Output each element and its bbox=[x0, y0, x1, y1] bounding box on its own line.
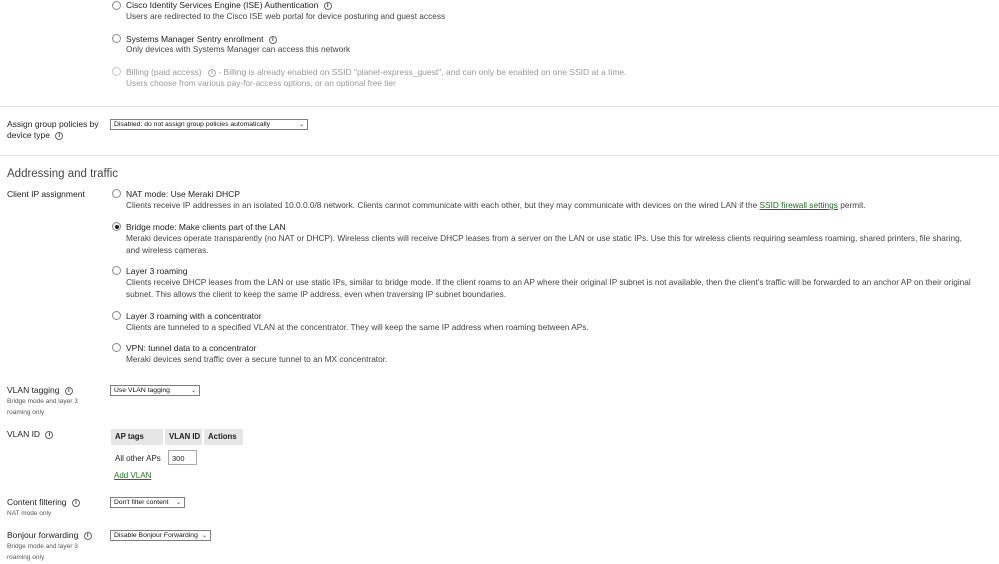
add-vlan-link[interactable]: Add VLAN bbox=[114, 471, 151, 480]
client-ip-label: Client IP assignment bbox=[7, 189, 85, 199]
content-filtering-label: Content filtering i bbox=[7, 497, 80, 507]
vlan-table-header-vlan-id: VLAN ID bbox=[165, 429, 202, 445]
ise-auth-title: Cisco Identity Services Engine (ISE) Aut… bbox=[126, 0, 319, 10]
ise-auth-option: Cisco Identity Services Engine (ISE) Aut… bbox=[126, 0, 332, 10]
bonjour-selected: Disable Bonjour Forwarding bbox=[114, 532, 198, 539]
info-icon[interactable]: i bbox=[71, 499, 80, 507]
info-icon[interactable]: i bbox=[45, 431, 54, 439]
vlan-id-label-text: VLAN ID bbox=[7, 429, 41, 439]
vlan-id-label: VLAN ID i bbox=[7, 429, 54, 439]
nat-mode-desc: Clients receive IP addresses in an isola… bbox=[126, 200, 866, 212]
bonjour-label: Bonjour forwarding i bbox=[7, 530, 92, 540]
vlan-table-header-actions: Actions bbox=[204, 429, 243, 445]
group-policy-select[interactable]: Disabled: do not assign group policies a… bbox=[110, 119, 308, 130]
vlan-tagging-selected: Use VLAN tagging bbox=[114, 387, 170, 394]
vlan-tagging-label-text: VLAN tagging bbox=[7, 385, 60, 395]
bonjour-label-text: Bonjour forwarding bbox=[7, 530, 79, 540]
sm-sentry-desc: Only devices with Systems Manager can ac… bbox=[126, 44, 351, 54]
content-filtering-select[interactable]: Don't filter content ⌄ bbox=[110, 497, 185, 508]
nat-mode-desc-post: permit. bbox=[837, 200, 866, 210]
billing-option: Billing (paid access) i - Billing is alr… bbox=[126, 67, 627, 77]
group-policy-label-line2: device type bbox=[7, 130, 50, 140]
content-filtering-sub: NAT mode only bbox=[7, 510, 52, 517]
nat-mode-title: NAT mode: Use Meraki DHCP bbox=[126, 189, 240, 199]
chevron-down-icon: ⌄ bbox=[298, 121, 304, 128]
chevron-down-icon: ⌄ bbox=[190, 387, 196, 394]
billing-note: - Billing is already enabled on SSID "pl… bbox=[218, 67, 627, 77]
vlan-tagging-sub-line1: Bridge mode and layer 3 bbox=[7, 398, 78, 405]
info-icon[interactable]: i bbox=[55, 132, 64, 140]
billing-desc: Users choose from various pay-for-access… bbox=[126, 78, 396, 88]
radio-bridge-mode[interactable] bbox=[112, 222, 121, 231]
vlan-table-header-ap-tags: AP tags bbox=[111, 429, 163, 445]
chevron-down-icon: ⌄ bbox=[201, 532, 207, 539]
vpn-concentrator-desc: Meraki devices send traffic over a secur… bbox=[126, 354, 388, 364]
content-filtering-selected: Don't filter content bbox=[114, 499, 169, 506]
radio-nat-mode[interactable] bbox=[112, 189, 121, 198]
group-policy-selected: Disabled: do not assign group policies a… bbox=[114, 121, 271, 128]
layer3-roaming-desc: Clients receive DHCP leases from the LAN… bbox=[126, 277, 971, 299]
radio-layer3-roaming[interactable] bbox=[112, 266, 121, 275]
radio-ise-auth[interactable] bbox=[112, 1, 121, 10]
sm-sentry-title: Systems Manager Sentry enrollment bbox=[126, 34, 264, 44]
nat-mode-desc-pre: Clients receive IP addresses in an isola… bbox=[126, 200, 760, 210]
info-icon[interactable]: i bbox=[323, 2, 332, 10]
divider bbox=[0, 106, 999, 107]
radio-vpn-concentrator[interactable] bbox=[112, 343, 121, 352]
vlan-row-label: All other APs bbox=[115, 454, 161, 463]
vlan-tagging-select[interactable]: Use VLAN tagging ⌄ bbox=[110, 385, 200, 396]
billing-title: Billing (paid access) bbox=[126, 67, 202, 77]
divider bbox=[0, 155, 999, 156]
bridge-mode-title: Bridge mode: Make clients part of the LA… bbox=[126, 222, 286, 232]
layer3-concentrator-desc: Clients are tunneled to a specified VLAN… bbox=[126, 322, 589, 332]
info-icon[interactable]: i bbox=[268, 36, 277, 44]
bonjour-sub-line1: Bridge mode and layer 3 bbox=[7, 543, 78, 550]
bonjour-sub-line2: roaming only bbox=[7, 554, 45, 561]
bridge-mode-desc: Meraki devices operate transparently (no… bbox=[126, 233, 962, 255]
sm-sentry-option: Systems Manager Sentry enrollment i bbox=[126, 34, 277, 44]
radio-sm-sentry[interactable] bbox=[112, 34, 121, 43]
radio-billing bbox=[112, 67, 121, 76]
group-policy-label-line1: Assign group policies by bbox=[7, 119, 99, 129]
chevron-down-icon: ⌄ bbox=[175, 499, 181, 506]
info-icon[interactable]: i bbox=[64, 387, 73, 395]
layer3-concentrator-title: Layer 3 roaming with a concentrator bbox=[126, 311, 262, 321]
bonjour-select[interactable]: Disable Bonjour Forwarding ⌄ bbox=[110, 530, 211, 541]
ssid-firewall-link[interactable]: SSID firewall settings bbox=[760, 200, 838, 210]
vpn-concentrator-title: VPN: tunnel data to a concentrator bbox=[126, 343, 257, 353]
vlan-id-input[interactable]: 300 bbox=[168, 450, 197, 465]
section-title: Addressing and traffic bbox=[7, 168, 119, 180]
group-policy-label: device type i bbox=[7, 130, 64, 140]
info-icon[interactable]: i bbox=[83, 532, 92, 540]
vlan-tagging-sub-line2: roaming only bbox=[7, 409, 45, 416]
ise-auth-desc: Users are redirected to the Cisco ISE we… bbox=[126, 11, 446, 21]
content-filtering-label-text: Content filtering bbox=[7, 497, 67, 507]
info-icon: i bbox=[207, 69, 216, 77]
radio-layer3-concentrator[interactable] bbox=[112, 311, 121, 320]
vlan-tagging-label: VLAN tagging i bbox=[7, 385, 73, 395]
layer3-roaming-title: Layer 3 roaming bbox=[126, 266, 188, 276]
